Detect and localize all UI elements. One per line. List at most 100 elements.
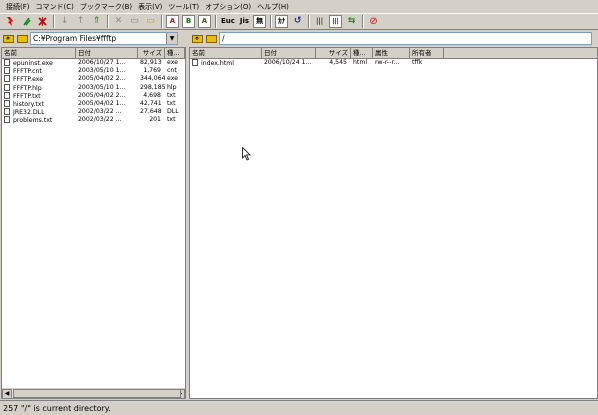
- remote-file-list[interactable]: 名前 日付 サイズ 種... 属性 所有者 index.html 2006/10…: [189, 47, 598, 399]
- list-view-button[interactable]: |||: [313, 15, 326, 28]
- detail-view-button[interactable]: |||: [329, 15, 343, 28]
- local-path-text: C:¥Program Files¥ffftp: [33, 34, 117, 43]
- mkdir-button[interactable]: ▭: [144, 15, 157, 28]
- menu-help[interactable]: ヘルプ(H): [254, 1, 292, 13]
- delete-button[interactable]: ✕: [112, 15, 125, 28]
- file-name: FFFTP.exe: [13, 76, 44, 84]
- file-icon: [4, 116, 10, 124]
- disconnect-button[interactable]: [36, 15, 49, 28]
- file-date: 2006/10/24 1...: [264, 59, 312, 66]
- file-size: 344,064: [140, 75, 165, 83]
- toolbar-separator: [270, 15, 273, 28]
- sync-button[interactable]: ⇆: [345, 15, 358, 28]
- file-size: 298,185: [140, 83, 165, 91]
- disconnect-icon: [38, 17, 47, 26]
- file-name: JRE32.DLL: [13, 109, 45, 117]
- file-name: problems.txt: [13, 117, 53, 125]
- list-item[interactable]: FFFTP.exe 2005/04/02 2... 344,064 exe: [2, 75, 185, 83]
- binary-mode-button[interactable]: B: [182, 15, 195, 28]
- stop-button[interactable]: ⊘: [367, 15, 380, 28]
- local-up-button[interactable]: [2, 33, 14, 44]
- file-attributes: rw-r--r...: [375, 59, 400, 66]
- file-size: 4,698: [143, 91, 161, 99]
- mouse-cursor-icon: [242, 147, 251, 161]
- remote-col-attr[interactable]: 属性: [373, 48, 410, 58]
- file-size: 1,769: [143, 67, 161, 75]
- remote-open-button[interactable]: [205, 33, 217, 44]
- file-size: 27,648: [140, 108, 162, 116]
- list-item[interactable]: history.txt 2005/04/02 1... 42,741 txt: [2, 99, 185, 108]
- no-conversion-button[interactable]: 無: [253, 15, 267, 28]
- file-type: exe: [167, 59, 178, 66]
- euc-button[interactable]: Euc: [220, 15, 236, 28]
- scrollbar-thumb[interactable]: [13, 389, 181, 398]
- jis-button[interactable]: Jis: [239, 15, 250, 28]
- local-rows: epuninst.exe 2006/10/27 1... 82,913 exe FFF…: [2, 59, 185, 125]
- file-name: index.html: [201, 60, 234, 67]
- remote-up-button[interactable]: [191, 33, 203, 44]
- file-size: 42,741: [140, 99, 162, 107]
- menu-view[interactable]: 表示(V): [135, 1, 165, 13]
- auto-mode-button[interactable]: A: [198, 15, 211, 28]
- file-icon: [4, 83, 10, 91]
- list-item[interactable]: FFFTP.hlp 2003/05/10 1... 298,185 hlp: [2, 83, 185, 92]
- list-item[interactable]: FFFTP.cnt 2003/05/10 1... 1,769 cnt: [2, 67, 185, 75]
- upload-button[interactable]: ↑: [74, 15, 87, 28]
- list-item[interactable]: FFFTP.txt 2005/04/02 2... 4,698 txt: [2, 91, 185, 100]
- list-item[interactable]: JRE32.DLL 2002/03/22 ... 27,648 DLL: [2, 108, 185, 116]
- file-date: 2002/03/22 ...: [78, 116, 122, 124]
- ascii-mode-button[interactable]: A: [166, 15, 179, 28]
- refresh-button[interactable]: ↺: [291, 15, 304, 28]
- local-file-list[interactable]: 名前 日付 サイズ 種... epuninst.exe 2006/10/27 1.…: [1, 47, 186, 399]
- local-open-button[interactable]: [16, 33, 28, 44]
- mirror-upload-button[interactable]: ⇑: [90, 15, 103, 28]
- list-item[interactable]: index.html 2006/10/24 1... 4,545 html rw…: [190, 59, 597, 67]
- menu-tools[interactable]: ツール(T): [165, 1, 202, 13]
- local-horizontal-scrollbar[interactable]: ◀ ▶: [2, 388, 185, 398]
- remote-col-type[interactable]: 種...: [351, 48, 373, 58]
- kana-button[interactable]: ｶﾅ: [275, 15, 289, 28]
- chevron-down-icon[interactable]: ▼: [166, 33, 177, 44]
- quick-connect-button[interactable]: [20, 15, 33, 28]
- file-name: FFFTP.cnt: [13, 68, 42, 76]
- local-path-combo[interactable]: C:¥Program Files¥ffftp ▼: [30, 32, 178, 45]
- local-col-name[interactable]: 名前: [2, 48, 76, 58]
- remote-path-input[interactable]: /: [219, 32, 592, 45]
- file-date: 2005/04/02 1...: [78, 99, 126, 107]
- local-col-date[interactable]: 日付: [76, 48, 138, 58]
- menu-options[interactable]: オプション(O): [202, 1, 254, 13]
- menu-bar: 接続(F) コマンド(C) ブックマーク(B) 表示(V) ツール(T) オプシ…: [0, 0, 598, 13]
- file-icon: [192, 59, 198, 66]
- menu-command[interactable]: コマンド(C): [33, 1, 77, 13]
- file-icon: [4, 67, 10, 75]
- file-icon: [4, 59, 10, 66]
- connect-button[interactable]: [4, 15, 17, 28]
- remote-path-bar: /: [191, 31, 596, 46]
- file-date: 2002/03/22 ...: [78, 108, 122, 116]
- file-date: 2003/05/10 1...: [78, 67, 126, 75]
- folder-up-icon: [191, 35, 203, 43]
- scroll-left-icon[interactable]: ◀: [2, 388, 12, 398]
- menu-bookmark[interactable]: ブックマーク(B): [77, 1, 135, 13]
- download-button[interactable]: ↓: [58, 15, 71, 28]
- status-bar: 257 "/" is current directory.: [0, 400, 598, 415]
- file-icon: [4, 91, 10, 99]
- local-col-size[interactable]: サイズ: [138, 48, 165, 58]
- remote-path-text: /: [222, 34, 225, 43]
- remote-col-date[interactable]: 日付: [262, 48, 316, 58]
- list-item[interactable]: problems.txt 2002/03/22 ... 201 txt: [2, 116, 185, 124]
- local-col-type[interactable]: 種...: [165, 48, 185, 58]
- toolbar-separator: [161, 15, 163, 28]
- menu-connect[interactable]: 接続(F): [3, 1, 33, 13]
- remote-col-owner[interactable]: 所有者: [410, 48, 444, 58]
- file-type: html: [353, 59, 368, 66]
- file-type: txt: [167, 116, 176, 124]
- folder-up-icon: [2, 35, 14, 43]
- remote-col-size[interactable]: サイズ: [316, 48, 351, 58]
- rename-button[interactable]: ▭: [128, 15, 141, 28]
- list-item[interactable]: epuninst.exe 2006/10/27 1... 82,913 exe: [2, 59, 185, 67]
- file-date: 2006/10/27 1...: [78, 59, 126, 66]
- remote-col-name[interactable]: 名前: [190, 48, 262, 58]
- file-size: 201: [149, 116, 161, 124]
- folder-open-icon: [205, 35, 217, 43]
